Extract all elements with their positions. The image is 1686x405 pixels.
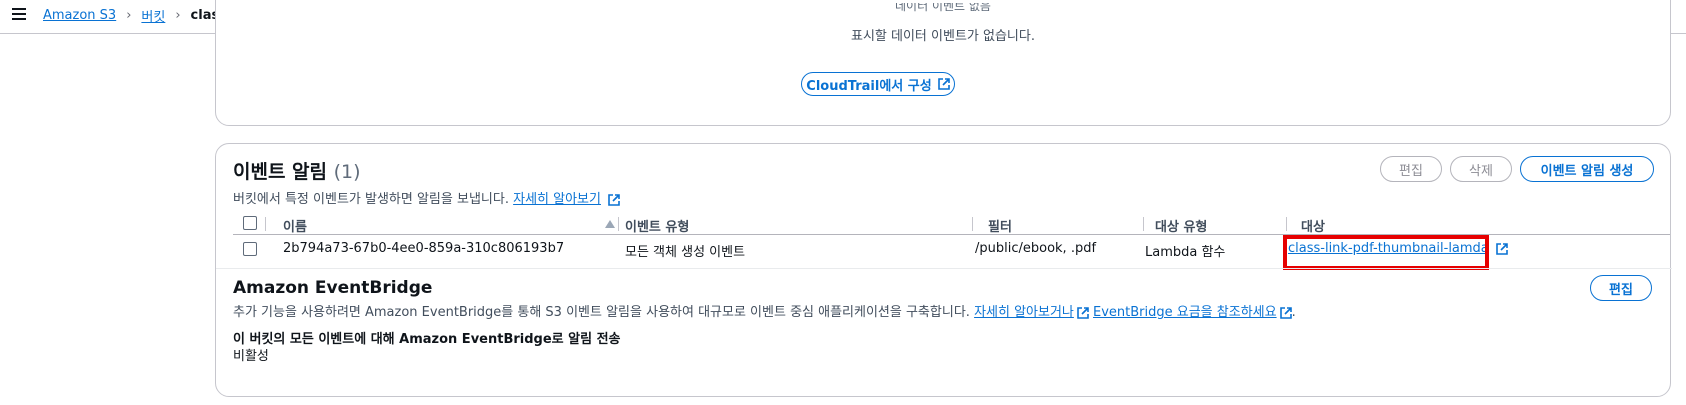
chevron-right-icon: › <box>126 8 132 23</box>
external-link-icon <box>937 78 950 90</box>
column-header-name[interactable]: 이름 <box>283 216 307 235</box>
edit-button[interactable]: 편집 <box>1380 156 1442 182</box>
column-header-event-type[interactable]: 이벤트 유형 <box>625 216 689 235</box>
select-all-checkbox[interactable] <box>243 216 257 230</box>
no-data-message: 표시할 데이터 이벤트가 없습니다. <box>851 29 1035 44</box>
breadcrumb-buckets[interactable]: 버킷 <box>141 6 165 25</box>
column-header-filter[interactable]: 필터 <box>988 216 1012 235</box>
eventbridge-description: 추가 기능을 사용하려면 Amazon EventBridge를 통해 S3 이… <box>233 301 1296 320</box>
breadcrumb-amazon-s3[interactable]: Amazon S3 <box>43 8 116 23</box>
event-type: 모든 객체 생성 이벤트 <box>625 245 746 260</box>
title-text: 이벤트 알림 <box>233 161 328 183</box>
eventbridge-pricing-link[interactable]: EventBridge 요금을 참조하세요 <box>1093 305 1277 320</box>
eventbridge-title: Amazon EventBridge <box>233 278 433 298</box>
highlight-annotation-box <box>1283 235 1489 270</box>
configure-in-cloudtrail-button[interactable]: CloudTrail에서 구성 <box>801 72 955 96</box>
external-link-icon <box>1279 306 1292 319</box>
learn-more-link[interactable]: 자세히 알아보기 <box>513 192 601 207</box>
configure-in-cloudtrail-label: CloudTrail에서 구성 <box>806 78 932 94</box>
sort-ascending-icon[interactable] <box>605 220 615 228</box>
description-text: 버킷에서 특정 이벤트가 발생하면 알림을 보냅니다. <box>233 192 509 207</box>
column-header-destination[interactable]: 대상 <box>1301 216 1325 235</box>
column-divider <box>618 217 619 231</box>
eventbridge-setting-label: 이 버킷의 모든 이벤트에 대해 Amazon EventBridge로 알림 … <box>233 332 621 347</box>
column-divider <box>972 217 973 231</box>
create-event-notification-button[interactable]: 이벤트 알림 생성 <box>1520 156 1654 182</box>
event-notifications-panel: 이벤트 알림 (1) 버킷에서 특정 이벤트가 발생하면 알림을 보냅니다. 자… <box>215 143 1672 397</box>
data-events-heading: 데이터 이벤트 없음 <box>895 3 991 12</box>
column-divider <box>1143 217 1144 231</box>
column-divider <box>265 217 266 231</box>
notification-count: (1) <box>333 161 361 183</box>
chevron-right-icon: › <box>175 8 181 23</box>
event-notifications-table: 이름 이벤트 유형 필터 대상 유형 대상 2b794a73-67b0-4ee0… <box>233 213 1670 270</box>
delete-button[interactable]: 삭제 <box>1450 156 1512 182</box>
data-events-panel: 데이터 이벤트 없음 표시할 데이터 이벤트가 없습니다. CloudTrail… <box>215 0 1671 126</box>
menu-icon[interactable] <box>12 8 26 22</box>
external-link-icon <box>1077 306 1089 319</box>
column-header-destination-type[interactable]: 대상 유형 <box>1155 216 1207 235</box>
row-checkbox[interactable] <box>243 242 257 256</box>
external-link-icon <box>1496 242 1508 255</box>
section-divider <box>216 268 1672 269</box>
eventbridge-edit-button[interactable]: 편집 <box>1590 275 1652 301</box>
external-link-icon <box>608 193 620 206</box>
event-notifications-title: 이벤트 알림 (1) <box>233 157 361 184</box>
eventbridge-setting-value: 비활성 <box>233 349 269 364</box>
eventbridge-description-text: 추가 기능을 사용하려면 Amazon EventBridge를 통해 S3 이… <box>233 305 970 320</box>
eventbridge-description-period: . <box>1291 305 1296 320</box>
filter-value: /public/ebook, .pdf <box>975 241 1097 256</box>
eventbridge-learn-more-link[interactable]: 자세히 알아보거나 <box>974 305 1074 320</box>
destination-type: Lambda 함수 <box>1145 245 1226 260</box>
notification-name: 2b794a73-67b0-4ee0-859a-310c806193b7 <box>283 241 565 256</box>
column-divider <box>1286 217 1287 231</box>
event-notifications-description: 버킷에서 특정 이벤트가 발생하면 알림을 보냅니다. 자세히 알아보기 <box>233 188 620 207</box>
table-header: 이름 이벤트 유형 필터 대상 유형 대상 <box>233 213 1670 235</box>
